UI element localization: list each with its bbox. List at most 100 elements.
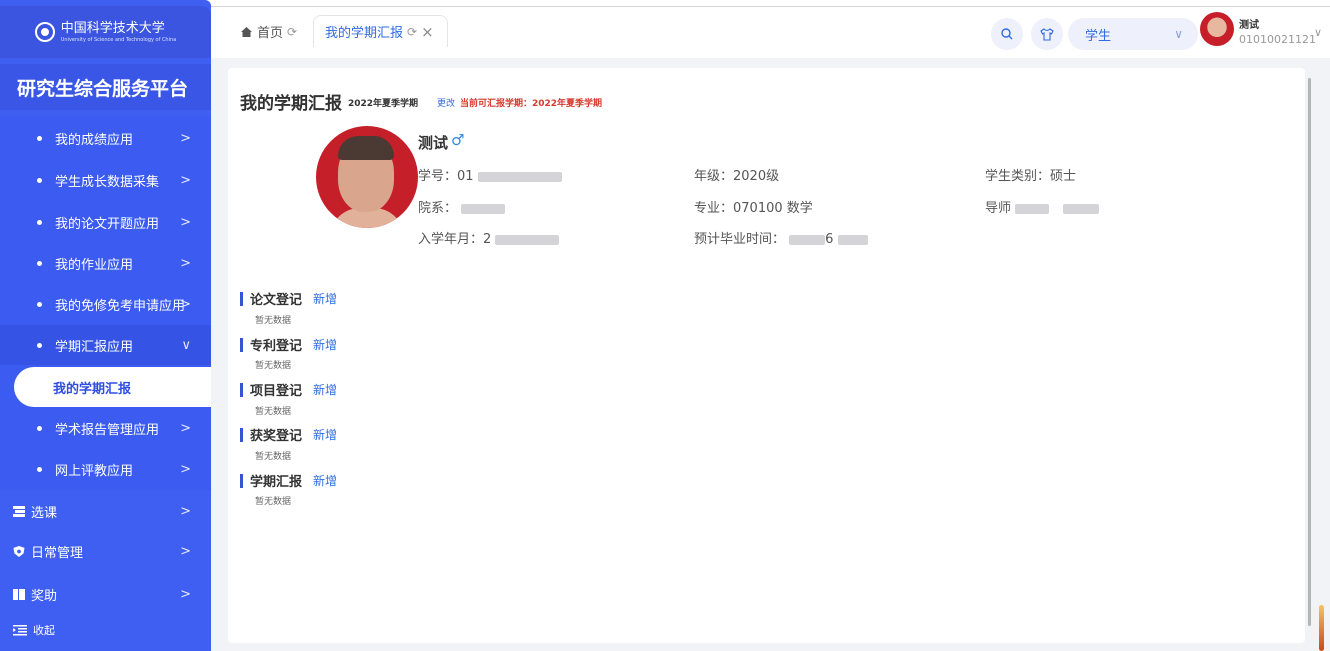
sidebar-item-label: 我的论文开题应用 (55, 216, 160, 232)
chevron-right-icon: > (180, 130, 191, 146)
add-button[interactable]: 新增 (313, 290, 337, 307)
redacted-block (1063, 203, 1100, 214)
add-button[interactable]: 新增 (313, 472, 337, 489)
empty-state: 暂无数据 (255, 407, 292, 417)
sidebar-item-homework[interactable]: 我的作业应用 > (0, 243, 211, 283)
student-id: 学号：01 (418, 165, 562, 184)
tab-my-term-report[interactable]: 我的学期汇报 ⟳ × (313, 15, 448, 47)
chevron-right-icon: > (180, 296, 191, 312)
sidebar-item-label: 我的作业应用 (55, 257, 134, 273)
bullet-icon (37, 177, 42, 183)
empty-state: 暂无数据 (255, 497, 292, 507)
avatar[interactable] (1200, 12, 1234, 46)
sidebar-item-label: 我的免修免考申请应用 (55, 298, 186, 314)
empty-state: 暂无数据 (255, 452, 292, 462)
sidebar-item-financial-aid[interactable]: 奖助 > (0, 574, 211, 614)
chevron-right-icon: > (180, 503, 191, 519)
chevron-down-icon[interactable]: ∨ (1314, 26, 1322, 39)
scroll-indicator (1319, 605, 1324, 651)
collapse-label: 收起 (33, 624, 55, 637)
student-id-value: 01 (457, 169, 474, 184)
chevron-down-icon: ∨ (181, 337, 191, 353)
redacted-block (789, 234, 826, 245)
user-name: 测试 (1239, 20, 1259, 31)
sidebar-item-exemption[interactable]: 我的免修免考申请应用 > (0, 284, 211, 324)
student-name: 测试 (418, 134, 449, 152)
advisor-label: 导师 (985, 201, 1012, 216)
logo-text: 中国科学技术大学 (60, 21, 165, 36)
sidebar-item-thesis-proposal[interactable]: 我的论文开题应用 > (0, 202, 211, 242)
collapse-button[interactable]: 收起 (0, 614, 211, 646)
sidebar-item-grades[interactable]: 我的成绩应用 > (0, 118, 211, 158)
skin-button[interactable] (1031, 18, 1063, 50)
sidebar-item-label: 网上评教应用 (55, 463, 134, 479)
sidebar-item-evaluation[interactable]: 网上评教应用 > (0, 449, 211, 489)
logo-subtext: University of Science and Technology of … (60, 37, 177, 43)
sidebar: 中国科学技术大学 University of Science and Techn… (0, 0, 211, 651)
home-icon (241, 26, 252, 37)
student-id-label: 学号： (418, 169, 458, 184)
section-marker (240, 473, 243, 488)
sidebar-item-my-term-report[interactable]: 我的学期汇报 (14, 367, 211, 407)
chevron-down-icon: ∨ (1174, 27, 1183, 41)
add-button[interactable]: 新增 (313, 426, 337, 443)
section-award: 获奖登记 新增 (240, 425, 337, 444)
add-button[interactable]: 新增 (313, 381, 337, 398)
section-title: 论文登记 (250, 293, 303, 308)
user-id: 01010021121 (1239, 33, 1316, 46)
sidebar-item-label: 我的成绩应用 (55, 132, 134, 148)
sidebar-item-course-selection[interactable]: 选课 > (0, 491, 211, 531)
sidebar-item-daily-management[interactable]: 日常管理 > (0, 531, 211, 571)
section-marker (240, 427, 243, 442)
sidebar-item-term-report-app[interactable]: 学期汇报应用 ∨ (0, 325, 211, 365)
role-select[interactable]: 学生 ∨ (1068, 18, 1198, 50)
sidebar-item-academic-report[interactable]: 学术报告管理应用 > (0, 408, 211, 448)
university-logo[interactable]: 中国科学技术大学 University of Science and Techn… (0, 6, 211, 58)
student-major: 专业：070100 数学 (694, 197, 813, 216)
student-advisor: 导师 (985, 197, 1100, 216)
empty-state: 暂无数据 (255, 316, 292, 326)
redacted-block (837, 234, 868, 245)
scrollbar[interactable] (1308, 78, 1311, 626)
redacted-block (495, 234, 560, 245)
search-icon (1001, 28, 1013, 40)
close-icon[interactable]: × (421, 23, 434, 41)
photo-hair (338, 136, 394, 160)
chevron-right-icon: > (180, 420, 191, 436)
refresh-icon[interactable]: ⟳ (287, 25, 297, 39)
section-term-report: 学期汇报 新增 (240, 471, 337, 490)
major-label: 专业： (694, 201, 734, 216)
add-button[interactable]: 新增 (313, 336, 337, 353)
refresh-icon[interactable]: ⟳ (407, 25, 417, 39)
section-title: 学期汇报 (250, 475, 303, 490)
bullet-icon (37, 301, 42, 307)
type-label: 学生类别： (985, 169, 1051, 184)
bullet-icon (37, 425, 42, 431)
sidebar-item-label: 选课 (31, 505, 58, 521)
student-type: 学生类别：硕士 (985, 165, 1076, 184)
section-project: 项目登记 新增 (240, 380, 337, 399)
enroll-label: 入学年月： (418, 232, 484, 247)
role-value: 学生 (1085, 28, 1112, 44)
section-thesis: 论文登记 新增 (240, 289, 337, 308)
chevron-right-icon: > (180, 214, 191, 230)
tab-home[interactable]: 首页 ⟳ (241, 22, 297, 41)
bullet-icon (37, 260, 42, 266)
student-photo (316, 126, 418, 228)
chevron-right-icon: > (180, 586, 191, 602)
sidebar-item-label: 奖助 (31, 588, 58, 604)
grad-label: 预计毕业时间： (694, 232, 786, 247)
section-marker (240, 382, 243, 397)
change-term-link[interactable]: 更改 (437, 96, 455, 109)
sidebar-item-label: 我的学期汇报 (53, 381, 132, 397)
sidebar-item-growth-data[interactable]: 学生成长数据采集 > (0, 160, 211, 200)
page-title: 我的学期汇报 (240, 94, 342, 114)
bullet-icon (37, 219, 42, 225)
term-label: 2022年夏季学期 (348, 99, 419, 109)
student-grade: 年级：2020级 (694, 165, 779, 184)
chevron-right-icon: > (180, 461, 191, 477)
search-button[interactable] (991, 18, 1023, 50)
tab-label: 首页 (257, 26, 284, 41)
section-marker (240, 291, 243, 306)
sidebar-item-label: 日常管理 (31, 545, 84, 561)
